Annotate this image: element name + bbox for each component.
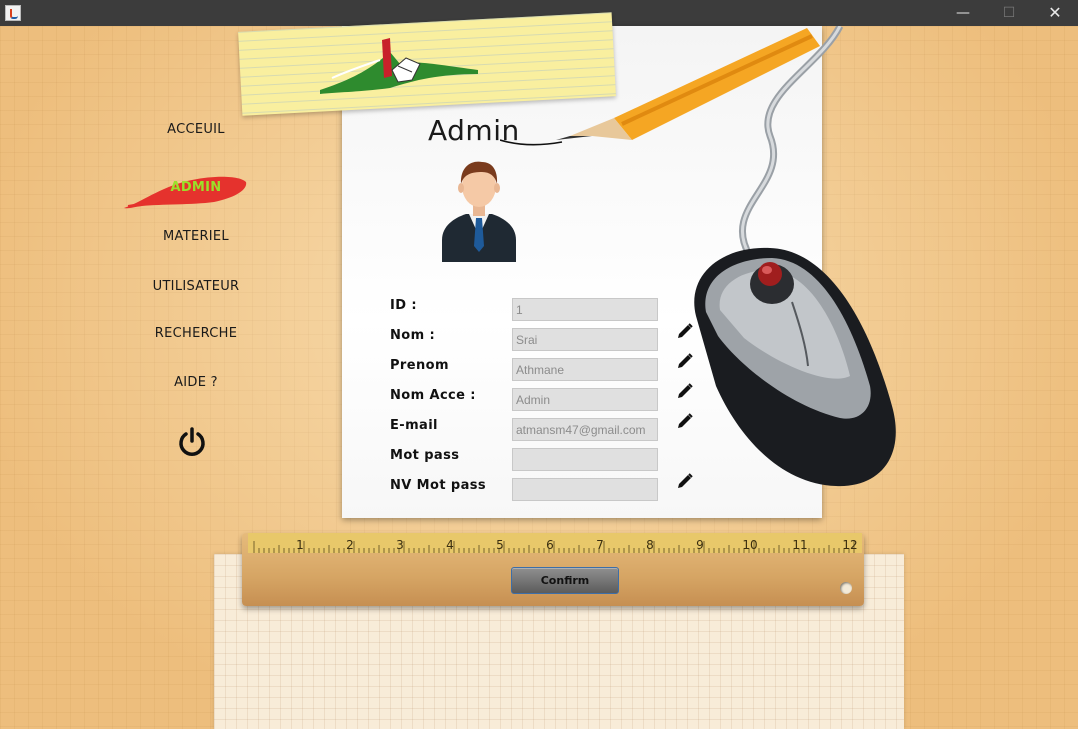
ruler-scale: 1 2 3 4 5 6 7 8 9 10 11 12 bbox=[248, 533, 862, 553]
ruler-number: 12 bbox=[842, 538, 857, 552]
java-icon bbox=[5, 5, 21, 21]
id-field[interactable]: 1 bbox=[512, 298, 658, 321]
nom-acce-field[interactable]: Admin bbox=[512, 388, 658, 411]
email-label: E-mail bbox=[390, 418, 438, 433]
ruler-hole bbox=[840, 582, 852, 594]
nv-mot-pass-field[interactable] bbox=[512, 478, 658, 501]
email-field[interactable]: atmansm47@gmail.com bbox=[512, 418, 658, 441]
ruler-number: 5 bbox=[496, 538, 504, 552]
menu-item-utilisateur[interactable]: UTILISATEUR bbox=[126, 279, 266, 294]
id-label: ID : bbox=[390, 298, 417, 313]
ruler-number: 4 bbox=[446, 538, 454, 552]
menu-item-accueil[interactable]: ACCEUIL bbox=[126, 122, 266, 137]
prenom-label: Prenom bbox=[390, 358, 449, 373]
email-edit-icon[interactable] bbox=[676, 412, 694, 430]
ruler-number: 11 bbox=[792, 538, 807, 552]
minimize-button[interactable]: — bbox=[940, 0, 986, 26]
nom-label: Nom : bbox=[390, 328, 436, 343]
maximize-icon: ☐ bbox=[1002, 5, 1016, 21]
ruler-number: 2 bbox=[346, 538, 354, 552]
ruler-number: 6 bbox=[546, 538, 554, 552]
ruler-number: 3 bbox=[396, 538, 404, 552]
power-icon[interactable] bbox=[176, 426, 208, 458]
prenom-edit-icon[interactable] bbox=[676, 352, 694, 370]
nom-field[interactable]: Srai bbox=[512, 328, 658, 351]
ruler-number: 8 bbox=[646, 538, 654, 552]
nom-edit-icon[interactable] bbox=[676, 322, 694, 340]
nv-mot-pass-edit-icon[interactable] bbox=[676, 472, 694, 490]
ruler-number: 9 bbox=[696, 538, 704, 552]
nom-acce-edit-icon[interactable] bbox=[676, 382, 694, 400]
mot-pass-label: Mot pass bbox=[390, 448, 460, 463]
menu-item-admin[interactable]: ADMIN bbox=[126, 180, 266, 195]
ruler-number: 7 bbox=[596, 538, 604, 552]
nv-mot-pass-label: NV Mot pass bbox=[390, 478, 487, 493]
computer-mouse-icon bbox=[694, 26, 896, 487]
close-icon: ✕ bbox=[1048, 3, 1062, 22]
ruler-number: 1 bbox=[296, 538, 304, 552]
close-button[interactable]: ✕ bbox=[1032, 0, 1078, 26]
nom-acce-label: Nom Acce : bbox=[390, 388, 476, 403]
app-logo-icon bbox=[320, 38, 478, 94]
prenom-field[interactable]: Athmane bbox=[512, 358, 658, 381]
ruler-number: 10 bbox=[742, 538, 757, 552]
menu-item-recherche[interactable]: RECHERCHE bbox=[126, 326, 266, 341]
menu-item-materiel[interactable]: MATERIEL bbox=[126, 229, 266, 244]
minimize-icon: — bbox=[956, 5, 970, 21]
businessman-avatar-icon bbox=[442, 161, 516, 262]
menu-item-aide[interactable]: AIDE ? bbox=[126, 375, 266, 390]
mot-pass-field[interactable] bbox=[512, 448, 658, 471]
maximize-button[interactable]: ☐ bbox=[986, 0, 1032, 26]
confirm-button[interactable]: Confirm bbox=[511, 567, 619, 594]
